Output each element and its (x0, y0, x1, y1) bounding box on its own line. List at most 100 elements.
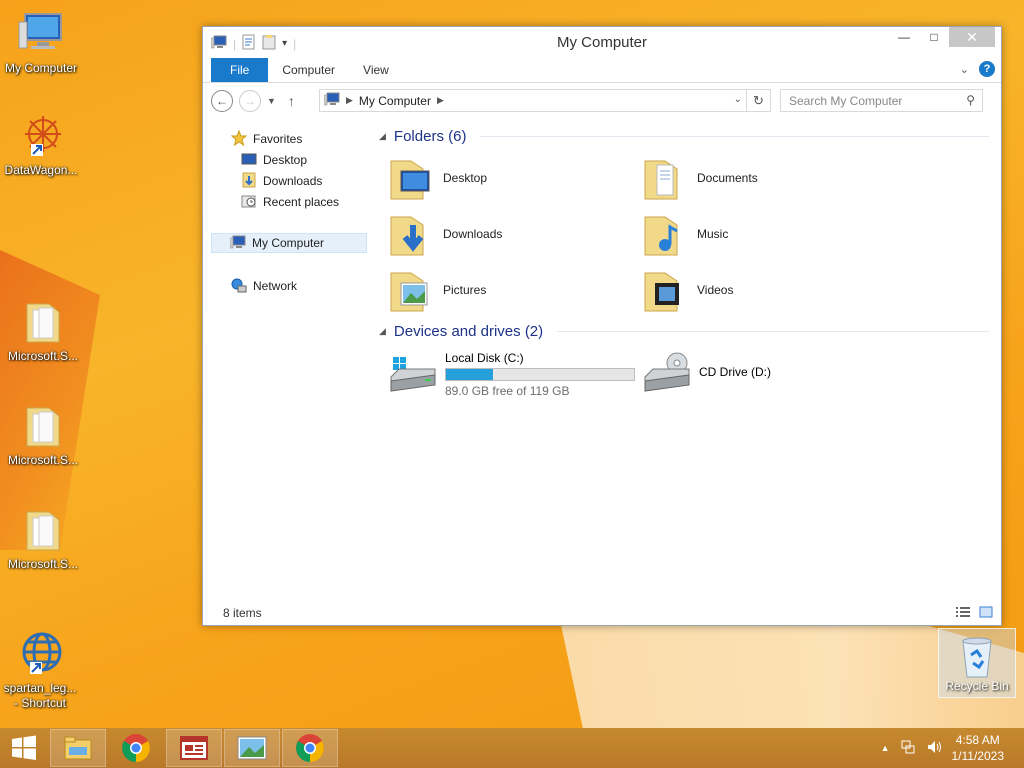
breadcrumb-chevron-icon[interactable]: ▶ (346, 95, 353, 106)
nav-desktop-label: Desktop (263, 153, 308, 167)
start-button[interactable] (0, 728, 48, 768)
breadcrumb-chevron-icon[interactable]: ▶ (437, 95, 444, 106)
close-button[interactable]: ✕ (949, 27, 995, 47)
navigation-bar: ← → ▼ ↑ ▶ My Computer ▶ ⌄ ↻ Search My Co… (203, 83, 1001, 119)
clock-time: 4:58 AM (955, 733, 1000, 747)
datawagon-icon (17, 112, 65, 160)
taskbar-app-window[interactable] (166, 729, 222, 767)
system-tray: ▲ 4:58 AM 1/11/2023 (881, 728, 1024, 768)
folder-item-downloads[interactable]: Downloads (389, 211, 502, 257)
windows-logo-icon (12, 735, 36, 760)
pictures-folder-icon (389, 267, 431, 313)
divider (480, 136, 989, 137)
nav-downloads-label: Downloads (263, 174, 323, 188)
details-view-icon[interactable] (955, 606, 971, 621)
desktop-icon-folder-2[interactable]: Microsoft.S... (3, 402, 83, 468)
nav-downloads[interactable]: Downloads (241, 171, 322, 191)
drive-item-local-disk[interactable]: Local Disk (C:) 89.0 GB free of 119 GB (389, 351, 635, 398)
tab-file[interactable]: File (211, 58, 269, 82)
desktop-icon-folder-1[interactable]: Microsoft.S... (3, 298, 83, 364)
drive-free-space: 89.0 GB free of 119 GB (445, 384, 570, 398)
taskbar-file-explorer[interactable] (50, 729, 106, 767)
minimize-button[interactable]: — (889, 27, 919, 47)
recycle-bin-label: Recycle Bin (945, 679, 1009, 693)
nav-recent-places[interactable]: Recent places (241, 192, 339, 212)
desktop-icon-recycle-bin[interactable]: Recycle Bin (938, 628, 1016, 698)
desktop-icon-label: My Computer (4, 61, 78, 75)
devices-group-header[interactable]: ◢ Devices and drives (2) (379, 323, 989, 340)
drive-name: Local Disk (C:) (445, 351, 524, 365)
desktop-folder-icon (389, 155, 431, 201)
music-folder-icon (643, 211, 685, 257)
cd-drive-icon (643, 351, 691, 393)
desktop-icon-label: DataWagon... (4, 163, 78, 177)
network-status-icon[interactable] (900, 739, 916, 758)
disk-usage-fill (446, 369, 493, 380)
nav-my-computer[interactable]: My Computer (211, 233, 367, 253)
file-explorer-icon (64, 736, 92, 760)
search-placeholder: Search My Computer (789, 93, 903, 108)
desktop-icon-folder-3[interactable]: Microsoft.S... (3, 506, 83, 572)
divider (557, 331, 989, 332)
folder-icon (19, 402, 67, 450)
refresh-icon[interactable]: ↻ (746, 90, 770, 111)
taskbar-chrome-2[interactable] (282, 729, 338, 767)
nav-desktop[interactable]: Desktop (241, 150, 307, 170)
tab-view[interactable]: View (349, 58, 403, 82)
expand-ribbon-icon[interactable]: ⌄ (960, 63, 969, 76)
taskbar-chrome-1[interactable] (108, 729, 164, 767)
collapse-icon[interactable]: ◢ (379, 131, 386, 142)
folder-label: Videos (697, 283, 734, 297)
address-bar[interactable]: ▶ My Computer ▶ ⌄ ↻ (319, 89, 771, 112)
desktop-icon-my-computer[interactable]: My Computer (1, 10, 81, 76)
up-button[interactable]: ↑ (288, 93, 295, 109)
clock[interactable]: 4:58 AM 1/11/2023 (952, 732, 1005, 764)
volume-icon[interactable] (926, 739, 942, 758)
desktop-icon-datawagon[interactable]: DataWagon... (1, 112, 81, 178)
desktop-icon-spartan-shortcut[interactable]: spartan_leg... - Shortcut (0, 630, 80, 711)
maximize-button[interactable]: □ (919, 27, 949, 47)
folder-label: Music (697, 227, 729, 241)
breadcrumb-my-computer[interactable]: My Computer (359, 94, 431, 108)
folder-icon (19, 298, 67, 346)
folder-item-music[interactable]: Music (643, 211, 728, 257)
folder-label: Pictures (443, 283, 487, 297)
chrome-icon (296, 734, 324, 762)
content-pane: ◢ Folders (6) Desktop Documents Download… (375, 119, 1001, 600)
taskbar-image-viewer[interactable] (224, 729, 280, 767)
recent-locations-dropdown-icon[interactable]: ▼ (267, 96, 276, 106)
documents-folder-icon (643, 155, 685, 201)
desktop-small-icon (241, 152, 257, 169)
folder-item-videos[interactable]: Videos (643, 267, 733, 313)
search-icon[interactable]: ⚲ (966, 93, 975, 107)
ribbon-tabs: File Computer View ⌄ ? (203, 57, 1001, 83)
star-icon (230, 129, 248, 149)
taskbar: ▲ 4:58 AM 1/11/2023 (0, 728, 1024, 768)
hard-drive-icon (389, 351, 437, 393)
address-dropdown-icon[interactable]: ⌄ (734, 94, 742, 105)
back-button[interactable]: ← (211, 90, 233, 112)
help-icon[interactable]: ? (979, 61, 995, 77)
computer-small-icon (323, 92, 340, 109)
folder-item-desktop[interactable]: Desktop (389, 155, 487, 201)
large-icons-view-icon[interactable] (979, 606, 993, 621)
nav-favorites[interactable]: Favorites (230, 129, 302, 149)
globe-icon (16, 630, 64, 678)
computer-icon (17, 10, 65, 58)
nav-network[interactable]: Network (231, 276, 297, 296)
image-viewer-icon (237, 736, 267, 760)
tab-computer[interactable]: Computer (268, 58, 349, 82)
show-hidden-icons-icon[interactable]: ▲ (881, 743, 890, 753)
search-input[interactable]: Search My Computer ⚲ (780, 89, 983, 112)
folder-label: Documents (697, 171, 758, 185)
folder-item-pictures[interactable]: Pictures (389, 267, 486, 313)
folder-label: Desktop (443, 171, 488, 185)
collapse-icon[interactable]: ◢ (379, 326, 386, 337)
folders-group-header[interactable]: ◢ Folders (6) (379, 128, 989, 145)
folder-item-documents[interactable]: Documents (643, 155, 758, 201)
drive-item-cd[interactable]: CD Drive (D:) (643, 351, 771, 393)
explorer-window[interactable]: | ▾ | My Computer — □ ✕ File Computer Vi… (202, 26, 1002, 626)
forward-button[interactable]: → (239, 90, 261, 112)
title-bar[interactable]: | ▾ | My Computer — □ ✕ (203, 27, 1001, 57)
disk-usage-bar (445, 368, 635, 381)
